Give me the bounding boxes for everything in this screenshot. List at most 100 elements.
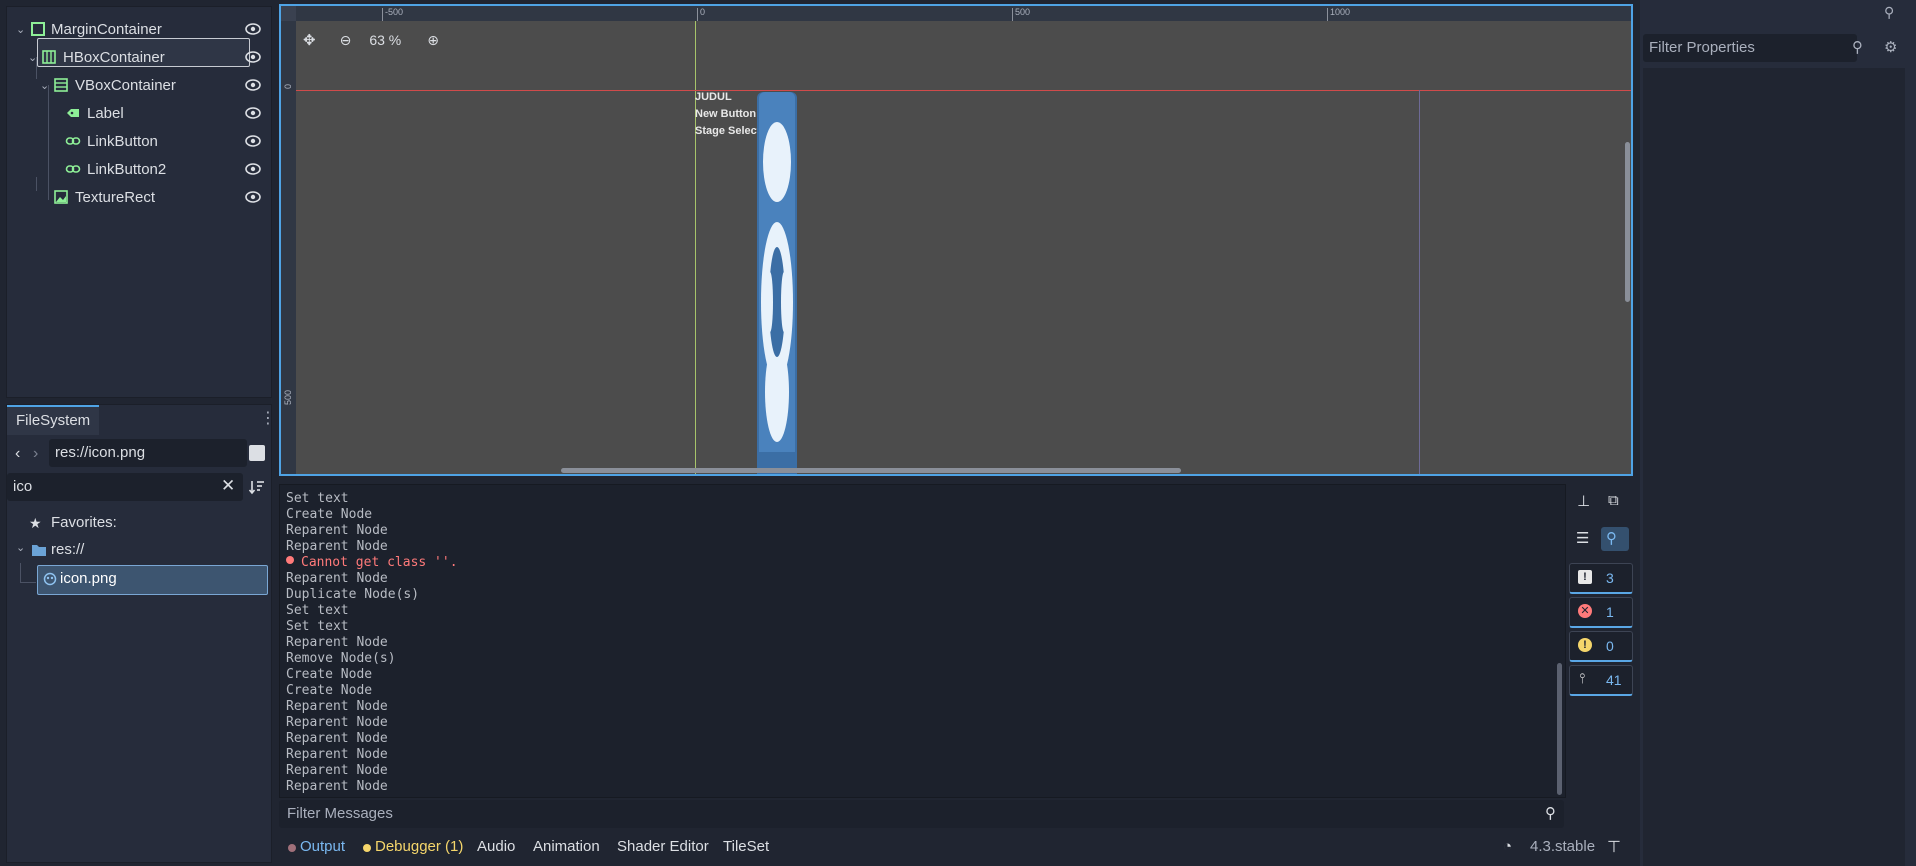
back-arrow-icon[interactable]: ‹ — [15, 445, 20, 463]
sort-icon[interactable] — [248, 478, 266, 496]
preview-label-judul[interactable]: JUDUL — [695, 91, 732, 103]
collapse-duplicates-icon[interactable]: ☰ — [1576, 529, 1589, 547]
search-icon[interactable]: ⚲ — [1606, 529, 1617, 547]
expand-bottom-panel-icon[interactable]: ⊤ — [1607, 837, 1621, 857]
ruler-vertical: 0 500 — [281, 6, 296, 474]
inspector-content — [1643, 68, 1905, 866]
tree-node-linkbutton2[interactable]: LinkButton2 — [7, 155, 271, 183]
visibility-eye-icon[interactable] — [244, 104, 262, 122]
viewport-bounds-guide — [1419, 90, 1420, 474]
zoom-out-icon[interactable]: ⊖ — [340, 32, 352, 49]
collapse-arrow-icon[interactable]: ⌄ — [16, 541, 25, 554]
doc-search-icon[interactable]: ⚲ — [1884, 4, 1894, 21]
warnings-count-toggle[interactable]: ! 0 — [1569, 631, 1633, 662]
panel-menu-icon[interactable]: ⋮ — [260, 408, 276, 428]
tree-node-linkbutton[interactable]: LinkButton — [7, 127, 271, 155]
label-node-icon — [67, 109, 79, 117]
toggle-split-mode-icon[interactable] — [249, 445, 265, 461]
ruler-label: 0 — [700, 7, 706, 17]
file-item-icon-png[interactable]: icon.png — [37, 565, 268, 595]
editor-message-icon: ⫯ — [1579, 670, 1586, 686]
log-line: Reparent Node — [286, 779, 388, 794]
visibility-eye-icon[interactable] — [244, 48, 262, 66]
copy-output-icon[interactable]: ⧉ — [1608, 492, 1619, 509]
errors-count-toggle[interactable]: ✕ 1 — [1569, 597, 1633, 628]
node-label: LinkButton — [87, 132, 158, 150]
collapse-arrow-icon[interactable]: ⌄ — [16, 23, 28, 36]
preview-link-new-button[interactable]: New Button — [695, 108, 756, 120]
ruler-label: 1000 — [1330, 7, 1351, 17]
warnings-count: 0 — [1606, 638, 1614, 654]
tree-node-texturerect[interactable]: TextureRect — [7, 183, 271, 211]
clear-search-icon[interactable]: ✕ — [221, 476, 235, 496]
tab-animation[interactable]: Animation — [533, 838, 600, 855]
tab-debugger[interactable]: Debugger (1) — [375, 838, 463, 855]
ruler-tick — [382, 8, 383, 21]
forward-arrow-icon[interactable]: › — [33, 445, 38, 463]
visibility-eye-icon[interactable] — [244, 76, 262, 94]
inspector-options-icon[interactable]: ⚙ — [1884, 38, 1897, 56]
collapse-arrow-icon[interactable]: ⌄ — [28, 51, 40, 64]
messages-count-toggle[interactable]: ! 3 — [1569, 563, 1633, 594]
inspector-panel: ⚲ Filter Properties ⚲ ⚙ — [1640, 0, 1916, 866]
clear-output-icon[interactable]: ⊥ — [1577, 492, 1590, 510]
canvas-viewport[interactable]: -500 0 500 1000 0 500 ✥ ⊖ 63 % ⊕ JUDUL N… — [279, 4, 1633, 476]
tree-node-vboxcontainer[interactable]: ⌄ VBoxContainer — [7, 71, 271, 99]
tree-node-hboxcontainer[interactable]: ⌄ HBoxContainer — [7, 43, 271, 71]
hbox-container-icon — [42, 50, 56, 64]
log-line: Create Node — [286, 507, 373, 522]
tab-audio[interactable]: Audio — [477, 838, 515, 855]
filter-properties-input[interactable]: Filter Properties — [1643, 34, 1857, 62]
tab-filesystem[interactable]: FileSystem — [7, 405, 100, 435]
texture-rect-preview[interactable] — [757, 92, 797, 476]
editor-messages-count-toggle[interactable]: ⫯ 41 — [1569, 665, 1633, 696]
output-scrollbar[interactable] — [1557, 663, 1562, 795]
log-line: Reparent Node — [286, 523, 388, 538]
tree-node-label[interactable]: Label — [7, 99, 271, 127]
vertical-scrollbar[interactable] — [1625, 142, 1630, 302]
tab-shader-editor[interactable]: Shader Editor — [617, 838, 709, 855]
preview-link-stage-select[interactable]: Stage Select — [695, 125, 760, 137]
log-line: Create Node — [286, 683, 373, 698]
filter-messages-input[interactable]: Filter Messages — [279, 800, 1564, 828]
update-spinner-icon[interactable]: ◔ — [1503, 838, 1512, 855]
tab-output[interactable]: Output — [300, 838, 345, 855]
output-status-dot — [288, 844, 296, 852]
node-label: TextureRect — [75, 188, 156, 206]
log-line-error: Cannot get class ''. — [301, 555, 458, 570]
collapse-arrow-icon[interactable]: ⌄ — [40, 79, 52, 92]
editor-messages-count: 41 — [1606, 672, 1622, 688]
version-label[interactable]: 4.3.stable — [1530, 838, 1595, 855]
ruler-label: 500 — [283, 390, 293, 406]
tree-guide — [20, 582, 36, 583]
favorites-label[interactable]: Favorites: — [51, 514, 117, 531]
node-label: LinkButton2 — [87, 160, 167, 178]
center-view-icon[interactable]: ✥ — [303, 31, 316, 49]
file-search-input[interactable]: ico — [7, 473, 243, 501]
log-line: Reparent Node — [286, 539, 388, 554]
visibility-eye-icon[interactable] — [244, 188, 262, 206]
log-line: Reparent Node — [286, 763, 388, 778]
message-icon: ! — [1578, 570, 1592, 584]
image-file-icon — [43, 572, 57, 586]
log-line: Reparent Node — [286, 731, 388, 746]
debugger-status-dot — [363, 844, 371, 852]
output-log[interactable]: Set text Create Node Reparent Node Repar… — [279, 484, 1566, 798]
link-button-icon — [65, 137, 81, 145]
path-field[interactable]: res://icon.png — [49, 439, 247, 467]
visibility-eye-icon[interactable] — [244, 20, 262, 38]
zoom-in-icon[interactable]: ⊕ — [427, 32, 439, 49]
zoom-level[interactable]: 63 % — [369, 32, 401, 48]
res-root-label[interactable]: res:// — [51, 541, 84, 558]
scene-tree-panel: ⌄ MarginContainer ⌄ HBoxContainer ⌄ VBox… — [6, 6, 272, 398]
x-axis-guide — [296, 90, 1631, 91]
log-line: Reparent Node — [286, 715, 388, 730]
tab-tileset[interactable]: TileSet — [723, 838, 769, 855]
errors-count: 1 — [1606, 604, 1614, 620]
node-label: Label — [87, 104, 124, 122]
visibility-eye-icon[interactable] — [244, 160, 262, 178]
visibility-eye-icon[interactable] — [244, 132, 262, 150]
horizontal-scrollbar[interactable] — [561, 468, 1181, 473]
log-line: Reparent Node — [286, 699, 388, 714]
tree-node-margincontainer[interactable]: ⌄ MarginContainer — [7, 15, 271, 43]
